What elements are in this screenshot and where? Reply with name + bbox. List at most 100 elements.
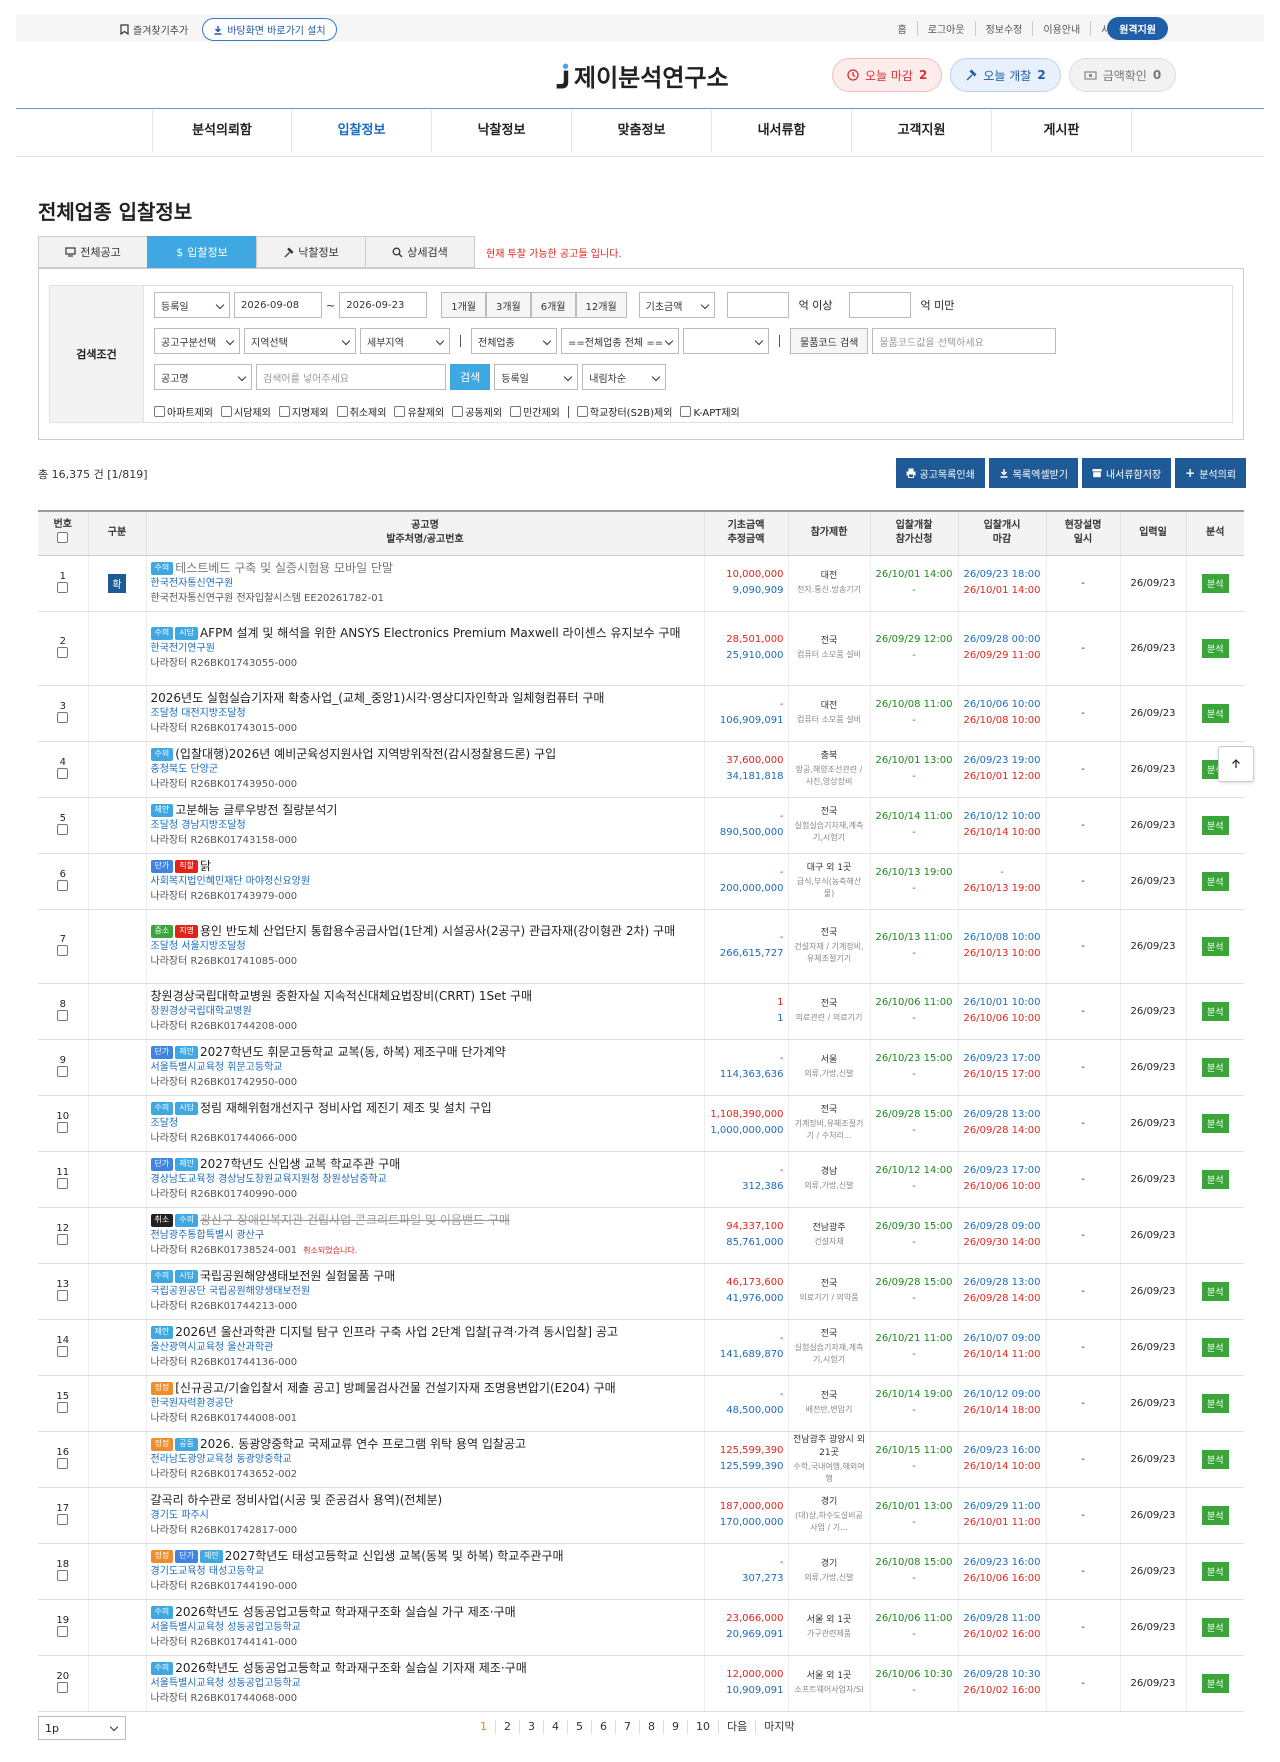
- org-name[interactable]: 한국전기연구원: [151, 641, 700, 656]
- notice-title[interactable]: AFPM 설계 및 해석을 위한 ANSYS Electronics Premi…: [200, 626, 681, 640]
- today-opening-pill[interactable]: 오늘 개찰 2: [950, 58, 1061, 92]
- row-checkbox[interactable]: [57, 823, 69, 835]
- org-name[interactable]: 조달청: [151, 1116, 700, 1131]
- tab-award-info[interactable]: 낙찰정보: [256, 236, 366, 268]
- item-code-search-button[interactable]: 물품코드 검색: [790, 328, 869, 354]
- keyword-input[interactable]: 검색어를 넣어주세요: [256, 364, 446, 390]
- scroll-to-top-button[interactable]: [1218, 746, 1254, 782]
- org-name[interactable]: 한국전자통신연구원: [151, 576, 700, 591]
- date-from-input[interactable]: 2026-09-08: [234, 292, 322, 318]
- analysis-button[interactable]: 분석: [1201, 815, 1229, 835]
- notice-title[interactable]: 테스트베드 구축 및 실증시험용 모바일 단말: [175, 561, 393, 575]
- row-checkbox[interactable]: [57, 1289, 69, 1301]
- org-name[interactable]: 창원경상국립대학교병원: [151, 1004, 700, 1019]
- analysis-button[interactable]: 분석: [1201, 1449, 1229, 1469]
- analysis-button[interactable]: 분석: [1201, 1505, 1229, 1525]
- industry-detail-select[interactable]: [683, 328, 769, 354]
- table-row[interactable]: 16 정정 공동 2026. 동광양중학교 국제교류 연수 프로그램 위탁 용역 입찰…: [38, 1431, 1244, 1488]
- nav-analysis[interactable]: 분석의뢰함: [152, 110, 292, 152]
- row-checkbox[interactable]: [57, 1457, 69, 1469]
- nav-award-info[interactable]: 낙찰정보: [432, 110, 572, 152]
- org-name[interactable]: 조달청 대전지방조달청: [151, 706, 700, 721]
- sort-select[interactable]: 등록일: [494, 364, 579, 390]
- table-row[interactable]: 7 중소 지명 용인 반도체 산업단지 통합용수공급사업(1단계) 시설공사(2공구)…: [38, 909, 1244, 984]
- row-title-cell[interactable]: 창원경상국립대학교병원 중환자실 지속적신대체요법장비(CRRT) 1Set 구…: [145, 983, 704, 1040]
- industry-select[interactable]: 전체업종: [471, 328, 557, 354]
- row-title-cell[interactable]: 단가 제안 2027학년도 휘문고등학교 교복(동, 하복) 제조구매 단가계약 서울…: [145, 1039, 704, 1096]
- org-name[interactable]: 전라남도광양교육청 동광양중학교: [151, 1452, 700, 1467]
- analysis-button[interactable]: 분석: [1201, 936, 1229, 956]
- org-name[interactable]: 사회복지법인혜민재단 마야정신요양원: [151, 874, 700, 889]
- analysis-button[interactable]: 분석: [1201, 1113, 1229, 1133]
- notice-title[interactable]: 2026년도 실험실습기자재 확충사업_(교체_중앙1)시각·영상디자인학과 일…: [151, 691, 605, 705]
- notice-title[interactable]: 2027학년도 태성고등학교 신입생 교복(동복 및 하복) 학교주관구매: [225, 1549, 564, 1563]
- order-select[interactable]: 내림차순: [582, 364, 667, 390]
- analysis-button[interactable]: 분석: [1201, 1281, 1229, 1301]
- notice-title[interactable]: 용인 반도체 산업단지 통합용수공급사업(1단계) 시설공사(2공구) 관급자재…: [200, 924, 675, 938]
- org-name[interactable]: 경기도 파주시: [151, 1508, 700, 1523]
- amount-check-pill[interactable]: 금액확인 0: [1068, 58, 1177, 92]
- row-checkbox[interactable]: [57, 767, 69, 779]
- row-title-cell[interactable]: 수의 (입찰대행)2026년 예비군육성지원사업 지역방위작전(감시정찰용드론) …: [145, 741, 704, 798]
- row-title-cell[interactable]: 제안 고분해능 글루우방전 질량분석기 조달청 경남지방조달청 나라장터 R26BK0…: [145, 797, 704, 854]
- row-title-cell[interactable]: 정정 공동 2026. 동광양중학교 국제교류 연수 프로그램 위탁 용역 입찰공고…: [145, 1431, 704, 1488]
- print-list-button[interactable]: 공고목록인쇄: [895, 458, 985, 488]
- search-field-select[interactable]: 공고명: [154, 364, 252, 390]
- row-checkbox[interactable]: [57, 581, 69, 593]
- row-title-cell[interactable]: 단가 제안 2027학년도 신입생 교복 학교주관 구매 경상남도교육청 경상남도창원…: [145, 1151, 704, 1208]
- notice-title[interactable]: 갈곡리 하수관로 정비사업(시공 및 준공검사 용역)(전체분): [151, 1493, 443, 1507]
- notice-title[interactable]: 2026. 동광양중학교 국제교류 연수 프로그램 위탁 용역 입찰공고: [200, 1437, 526, 1451]
- exclude-kapt-checkbox[interactable]: K-APT제외: [680, 404, 740, 419]
- period-6m-button[interactable]: 6개월: [530, 292, 576, 318]
- table-row[interactable]: 10 수의 시담 정림 재해위험개선지구 정비사업 제진기 제조 및 설치 구입 조달청…: [38, 1095, 1244, 1152]
- exclude-joint-checkbox[interactable]: 공동제외: [452, 404, 502, 419]
- tab-all-notices[interactable]: 전체공고: [38, 236, 148, 268]
- analysis-button[interactable]: 분석: [1201, 703, 1229, 723]
- notice-title[interactable]: (입찰대행)2026년 예비군육성지원사업 지역방위작전(감시정찰용드론) 구입: [175, 747, 556, 761]
- today-deadline-pill[interactable]: 오늘 마감 2: [832, 58, 943, 92]
- notice-title[interactable]: [신규공고/기술입찰서 제출 공고] 방폐물검사건물 건설기자재 조명용변압기(…: [175, 1381, 615, 1395]
- org-name[interactable]: 조달청 서울지방조달청: [151, 939, 700, 954]
- row-title-cell[interactable]: 단가 직할 닭 사회복지법인혜민재단 마야정신요양원 나라장터 R26BK0174397…: [145, 853, 704, 910]
- org-name[interactable]: 한국원자력환경공단: [151, 1396, 700, 1411]
- row-title-cell[interactable]: 중소 지명 용인 반도체 산업단지 통합용수공급사업(1단계) 시설공사(2공구) …: [145, 909, 704, 984]
- table-row[interactable]: 18 정정 단가 제안 2027학년도 태성고등학교 신입생 교복(동복 및 하복) 학…: [38, 1543, 1244, 1600]
- analysis-button[interactable]: 분석: [1201, 638, 1229, 658]
- org-name[interactable]: 국립공원공단 국립공원해양생태보전원: [151, 1284, 700, 1299]
- page-10[interactable]: 10: [687, 1720, 718, 1734]
- region-select[interactable]: 지역선택: [244, 328, 356, 354]
- page-3[interactable]: 3: [519, 1720, 543, 1734]
- exclude-apartment-checkbox[interactable]: 아파트제외: [154, 404, 213, 419]
- edit-profile-link[interactable]: 정보수정: [974, 21, 1033, 36]
- page-4[interactable]: 4: [543, 1720, 567, 1734]
- install-shortcut-button[interactable]: 바탕화면 바로가기 설치: [202, 18, 337, 41]
- table-row[interactable]: 1 확 수의 테스트베드 구축 및 실증시험용 모바일 단말 한국전자통신연구원 한국전자…: [38, 555, 1244, 612]
- exclude-private-checkbox[interactable]: 민간제외: [510, 404, 560, 419]
- logout-link[interactable]: 로그아웃: [916, 21, 975, 36]
- table-row[interactable]: 3 2026년도 실험실습기자재 확충사업_(교체_중앙1)시각·영상디자인학과 …: [38, 685, 1244, 742]
- nav-bid-info[interactable]: 입찰정보: [292, 110, 432, 152]
- tab-bid-info[interactable]: $ 입찰정보: [147, 236, 257, 268]
- exclude-s2b-checkbox[interactable]: 학교장터(S2B)제외: [576, 404, 672, 419]
- notice-title[interactable]: 정림 재해위험개선지구 정비사업 제진기 제조 및 설치 구입: [200, 1101, 492, 1115]
- period-12m-button[interactable]: 12개월: [575, 292, 627, 318]
- excel-download-button[interactable]: 목록엑셀받기: [988, 458, 1078, 488]
- amount-min-input[interactable]: [726, 292, 789, 318]
- notice-title[interactable]: 국립공원해양생태보전원 실험물품 구매: [200, 1269, 395, 1283]
- nav-board[interactable]: 게시판: [992, 110, 1132, 152]
- analysis-button[interactable]: 분석: [1201, 1057, 1229, 1077]
- date-to-input[interactable]: 2026-09-23: [339, 292, 428, 318]
- notice-title[interactable]: 닭: [200, 859, 211, 873]
- table-row[interactable]: 13 수의 시담 국립공원해양생태보전원 실험물품 구매 국립공원공단 국립공원해양생태…: [38, 1263, 1244, 1320]
- row-checkbox[interactable]: [57, 1401, 69, 1413]
- page-1[interactable]: 1: [472, 1720, 495, 1734]
- analysis-button[interactable]: 분석: [1201, 1561, 1229, 1581]
- row-checkbox[interactable]: [57, 1625, 69, 1637]
- exclude-cancel-checkbox[interactable]: 취소제외: [336, 404, 386, 419]
- table-row[interactable]: 4 수의 (입찰대행)2026년 예비군육성지원사업 지역방위작전(감시정찰용드론)…: [38, 741, 1244, 798]
- row-title-cell[interactable]: 갈곡리 하수관로 정비사업(시공 및 준공검사 용역)(전체분) 경기도 파주시 나…: [145, 1487, 704, 1544]
- table-row[interactable]: 14 제안 2026년 울산과학관 디지털 탐구 인프라 구축 사업 2단계 입찰[…: [38, 1319, 1244, 1376]
- item-code-input[interactable]: 물품코드값을 선택하세요: [872, 328, 1057, 354]
- org-name[interactable]: 충청북도 단양군: [151, 762, 700, 777]
- analysis-button[interactable]: 분석: [1201, 1617, 1229, 1637]
